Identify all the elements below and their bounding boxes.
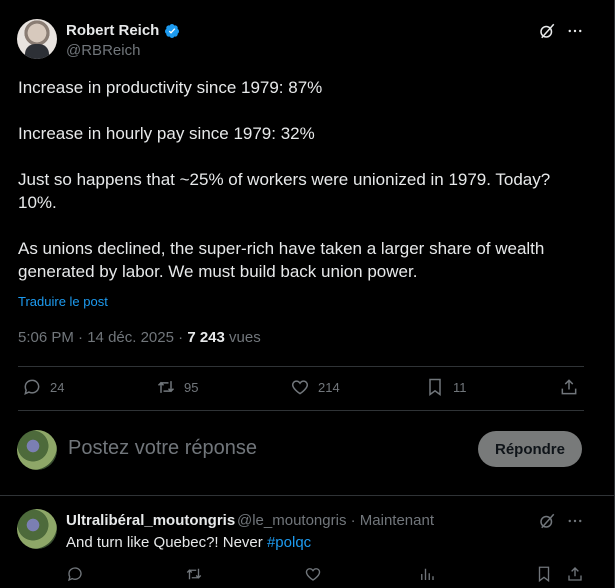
bookmark-count: 11: [453, 379, 467, 395]
reply-repost-button[interactable]: [185, 565, 203, 583]
reply-hashtag[interactable]: #polqc: [267, 534, 311, 551]
post-paragraph: Increase in productivity since 1979: 87%: [18, 78, 323, 97]
share-icon: [568, 567, 582, 581]
post-date[interactable]: 14 déc. 2025: [87, 329, 174, 346]
reply-input[interactable]: Postez votre réponse: [68, 437, 257, 460]
views-icon: [421, 568, 434, 580]
more-icon[interactable]: [565, 21, 585, 41]
bookmark-icon: [429, 378, 441, 396]
submit-reply-button[interactable]: Répondre: [478, 431, 582, 467]
reply-text-body: And turn like Quebec?! Never: [66, 534, 267, 551]
post-paragraph: As unions declined, the super-rich have …: [18, 239, 545, 281]
reply-author-handle[interactable]: @le_moutongris · Maintenant: [237, 512, 434, 529]
share-icon: [561, 379, 577, 395]
author-handle[interactable]: @RBReich: [66, 42, 140, 59]
views-label: vues: [224, 329, 261, 346]
reply-button[interactable]: 24: [22, 377, 64, 397]
repost-count: 95: [184, 379, 199, 395]
post-action-bar: 24 95 214 11: [0, 369, 615, 405]
reply-reply-button[interactable]: [66, 565, 84, 583]
repost-icon: [186, 568, 202, 580]
divider: [18, 366, 584, 367]
meta-separator: ·: [173, 329, 188, 346]
reply-like-button[interactable]: [304, 565, 322, 583]
bookmark-icon: [538, 566, 550, 583]
reply-count: 24: [50, 379, 65, 395]
bookmark-button[interactable]: 11: [425, 377, 467, 397]
grok-icon[interactable]: [537, 511, 557, 531]
meta-separator: ·: [73, 329, 88, 346]
like-count: 214: [318, 379, 340, 395]
views-count: 7 243: [187, 329, 225, 346]
post-paragraph: Increase in hourly pay since 1979: 32%: [18, 124, 315, 143]
post-meta: 5:06 PM · 14 déc. 2025 · 7 243 vues: [18, 329, 261, 346]
reply-icon: [24, 379, 40, 395]
repost-icon: [157, 381, 175, 393]
divider: [18, 410, 584, 411]
reply-share-button[interactable]: [566, 565, 584, 583]
repost-button[interactable]: 95: [156, 377, 198, 397]
like-icon: [291, 380, 309, 395]
like-icon: [305, 568, 321, 581]
reply-icon: [68, 567, 82, 582]
author-name[interactable]: Robert Reich: [66, 22, 159, 39]
reply-author-avatar[interactable]: [17, 509, 57, 549]
divider: [0, 495, 615, 496]
more-icon[interactable]: [565, 511, 585, 531]
post-detail-page: Robert Reich @RBReich Increase in produc…: [0, 0, 615, 588]
author-avatar[interactable]: [17, 19, 57, 59]
reply-author-name[interactable]: Ultralibéral_moutongris: [66, 512, 235, 529]
like-button[interactable]: 214: [290, 377, 340, 397]
reply-text: And turn like Quebec?! Never #polqc: [66, 534, 311, 551]
post-text: Increase in productivity since 1979: 87%…: [18, 76, 588, 283]
reply-bookmark-button[interactable]: [535, 565, 553, 583]
share-button[interactable]: [559, 377, 579, 397]
current-user-avatar[interactable]: [17, 430, 57, 470]
translate-post-link[interactable]: Traduire le post: [18, 294, 108, 309]
grok-icon[interactable]: [537, 21, 557, 41]
reply-views-button[interactable]: [418, 565, 436, 583]
post-paragraph: Just so happens that ~25% of workers wer…: [18, 170, 551, 212]
post-time[interactable]: 5:06 PM: [18, 329, 74, 346]
verified-badge-icon: [164, 24, 179, 38]
